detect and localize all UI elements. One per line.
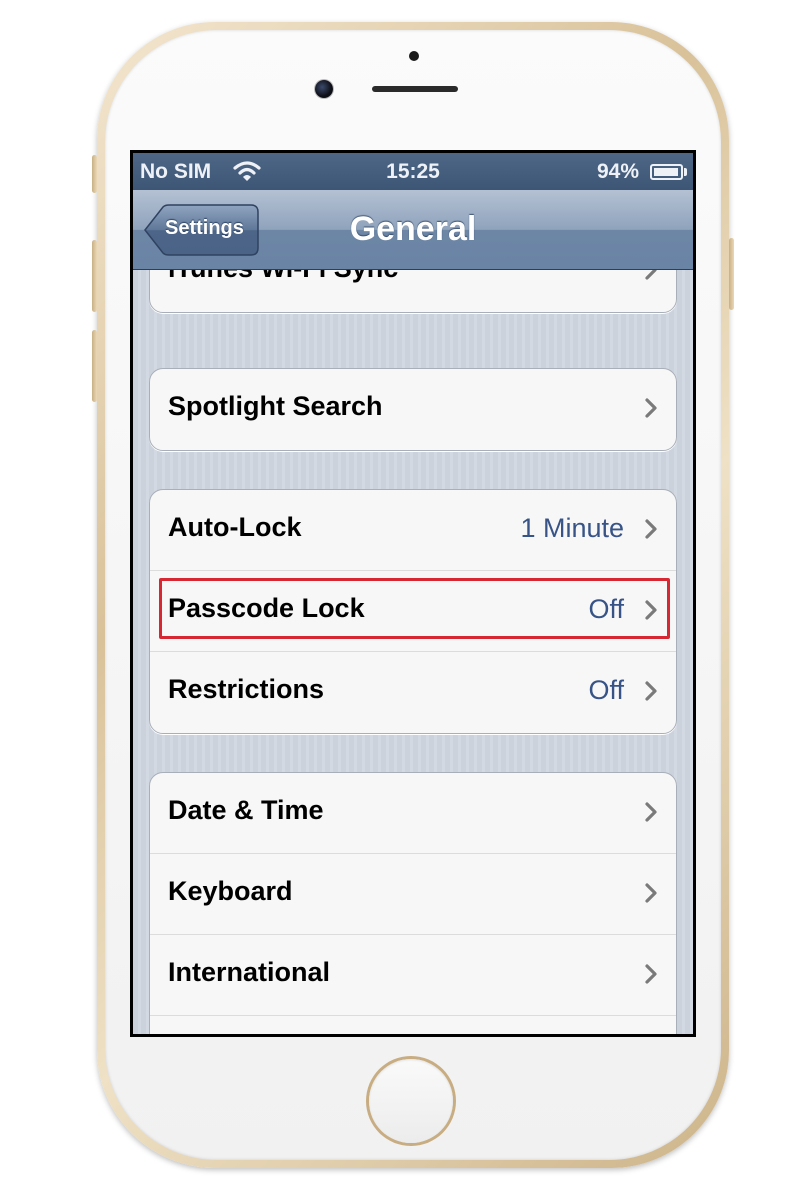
power-button [729,238,734,310]
row-label: Passcode Lock [168,593,365,623]
chevron-right-icon [645,519,657,539]
row-label: International [168,957,331,987]
row-auto-lock[interactable]: Auto-Lock 1 Minute [150,490,676,571]
volume-down-button [92,330,97,402]
settings-group-security: Auto-Lock 1 Minute Passcode Lock Off Res… [149,489,677,734]
row-international[interactable]: International [150,935,676,1016]
front-camera [315,80,333,98]
chevron-right-icon [645,883,657,903]
mute-switch [92,155,97,193]
row-passcode-lock[interactable]: Passcode Lock Off [150,571,676,652]
row-value: Off [588,675,624,705]
chevron-right-icon [645,398,657,418]
row-date-time[interactable]: Date & Time [150,773,676,854]
row-label: Date & Time [168,795,324,825]
battery-percent: 94% [596,160,639,183]
volume-up-button [92,240,97,312]
earpiece-speaker [372,86,458,92]
row-label: Keyboard [168,876,293,906]
navigation-bar: Settings General [133,190,693,270]
chevron-right-icon [645,600,657,620]
chevron-right-icon [645,802,657,822]
settings-group-sync: iTunes Wi-Fi Sync [149,270,677,313]
screen-content: No SIM 15:25 94% Settings General Spotli… [133,153,693,1034]
row-label: Spotlight Search [168,391,383,421]
row-label: Auto-Lock [168,512,302,542]
proximity-sensor [409,51,419,61]
status-bar: No SIM 15:25 94% [133,153,693,190]
row-spotlight-search[interactable]: Spotlight Search [150,369,676,450]
row-restrictions[interactable]: Restrictions Off [150,652,676,733]
settings-list: iTunes Wi-Fi Sync Spotlight Search Auto-… [133,270,693,1034]
row-keyboard[interactable]: Keyboard [150,854,676,935]
row-value: 1 Minute [520,513,624,543]
chevron-right-icon [645,681,657,701]
row-label: iTunes Wi-Fi Sync [168,270,398,284]
screen: No SIM 15:25 94% Settings General Spotli… [130,150,696,1037]
home-button[interactable] [369,1059,453,1143]
row-itunes-wifi-sync[interactable]: iTunes Wi-Fi Sync [150,270,676,312]
settings-group-regional: Date & Time Keyboard International [149,772,677,1034]
chevron-right-icon [645,964,657,984]
row-partial[interactable] [150,1016,676,1034]
chevron-right-icon [645,270,657,280]
battery-icon [650,164,683,180]
battery-tip [684,168,687,176]
row-label: Restrictions [168,674,325,704]
page-title: General [349,210,477,248]
row-value: Off [588,594,624,624]
settings-group-spotlight: Spotlight Search [149,368,677,451]
